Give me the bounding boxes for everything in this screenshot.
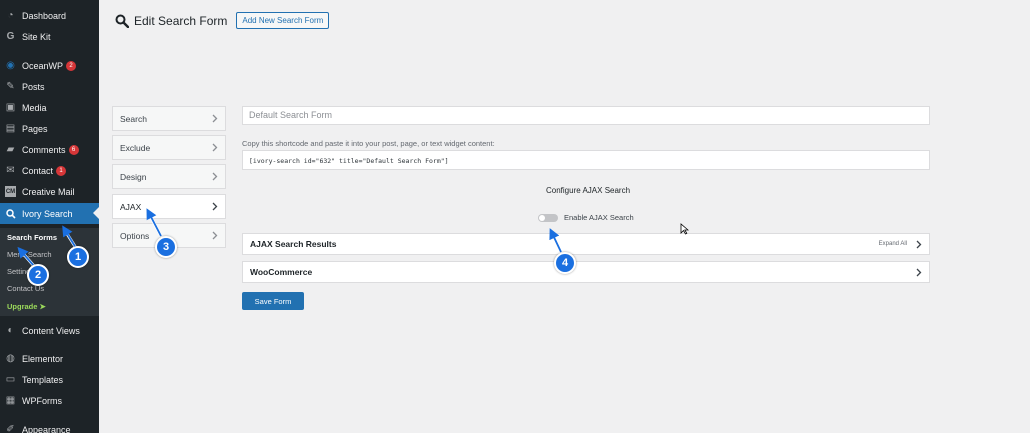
admin-sidebar: ◔ Dashboard G Site Kit ◉ OceanWP 2 ✎ Pos… <box>0 0 99 433</box>
pages-icon: ▤ <box>5 123 16 134</box>
menu-contact[interactable]: ✉ Contact 1 <box>0 160 99 181</box>
dashboard-icon: ◔ <box>7 10 14 21</box>
menu-label: Dashboard <box>22 10 67 21</box>
shortcode-hint: Copy this shortcode and paste it into yo… <box>242 139 495 148</box>
google-g-icon: G <box>6 31 15 42</box>
tab-label: Options <box>120 230 150 241</box>
wpforms-icon: ▦ <box>5 395 16 406</box>
ivory-search-submenu: Search Forms Menu Search Settings Contac… <box>0 228 99 316</box>
creative-mail-icon: CM <box>5 186 16 197</box>
ajax-search-results-section[interactable]: AJAX Search Results Expand All <box>242 233 930 255</box>
menu-ivory-search[interactable]: Ivory Search <box>0 203 99 224</box>
menu-label: Site Kit <box>22 31 51 42</box>
tab-label: Exclude <box>120 142 151 153</box>
menu-label: Content Views <box>22 325 80 336</box>
oceanwp-icon: ◉ <box>6 60 15 71</box>
menu-posts[interactable]: ✎ Posts <box>0 76 99 97</box>
search-icon <box>115 14 129 28</box>
menu-label: Media <box>22 102 47 113</box>
annotation-callout-2: 2 <box>27 264 49 286</box>
menu-label: Appearance <box>22 424 71 433</box>
submenu-upgrade[interactable]: Upgrade ➤ <box>7 302 46 311</box>
annotation-callout-4: 4 <box>554 252 576 274</box>
menu-comments[interactable]: ▰ Comments 6 <box>0 139 99 160</box>
menu-creative-mail[interactable]: CM Creative Mail <box>0 181 99 202</box>
chevron-right-icon <box>916 240 922 249</box>
tab-exclude[interactable]: Exclude <box>112 135 226 160</box>
menu-oceanwp[interactable]: ◉ OceanWP 2 <box>0 55 99 76</box>
menu-label: Elementor <box>22 353 64 364</box>
toggle-knob <box>539 215 545 221</box>
tab-design[interactable]: Design <box>112 164 226 189</box>
menu-media[interactable]: ▣ Media <box>0 97 99 118</box>
shortcode-field[interactable]: [ivory-search id="632" title="Default Se… <box>242 150 930 170</box>
menu-appearance[interactable]: ✐ Appearance <box>0 419 99 433</box>
menu-elementor[interactable]: ◍ Elementor <box>0 348 99 369</box>
menu-label: Creative Mail <box>22 186 75 197</box>
form-name-input[interactable]: Default Search Form <box>242 106 930 125</box>
notification-badge: 6 <box>68 144 79 155</box>
annotation-callout-1: 1 <box>67 246 89 268</box>
save-form-button[interactable]: Save Form <box>242 292 304 310</box>
menu-label: Templates <box>22 374 64 385</box>
woocommerce-section[interactable]: WooCommerce <box>242 261 930 283</box>
chevron-right-icon <box>212 231 218 240</box>
chevron-right-icon <box>212 202 218 211</box>
menu-templates[interactable]: ▭ Templates <box>0 369 99 390</box>
menu-dashboard[interactable]: ◔ Dashboard <box>0 5 99 26</box>
configure-ajax-heading: Configure AJAX Search <box>546 186 631 195</box>
menu-label: Pages <box>22 123 48 134</box>
chevron-right-icon <box>212 114 218 123</box>
annotation-callout-3: 3 <box>155 236 177 258</box>
mouse-cursor-icon <box>680 223 689 235</box>
menu-wpforms[interactable]: ▦ WPForms <box>0 390 99 411</box>
page-title: Edit Search Form <box>134 13 228 28</box>
menu-label: Comments <box>22 144 66 155</box>
tab-label: AJAX <box>120 201 142 212</box>
elementor-icon: ◍ <box>6 353 15 364</box>
menu-label: Posts <box>22 81 45 92</box>
tab-search[interactable]: Search <box>112 106 226 131</box>
tab-label: Search <box>120 113 147 124</box>
enable-ajax-toggle[interactable] <box>538 214 558 222</box>
menu-label: Contact <box>22 165 54 176</box>
menu-content-views[interactable]: ◐ Content Views <box>0 320 99 341</box>
page-header: Edit Search Form Add New Search Form <box>115 12 330 29</box>
chevron-right-icon <box>212 143 218 152</box>
add-new-search-form-button[interactable]: Add New Search Form <box>236 12 330 29</box>
submenu-search-forms[interactable]: Search Forms <box>7 233 57 242</box>
section-title: AJAX Search Results <box>250 239 337 249</box>
notification-badge: 2 <box>66 60 77 71</box>
comments-icon: ▰ <box>6 144 15 155</box>
content-views-icon: ◐ <box>7 325 14 336</box>
submenu-menu-search[interactable]: Menu Search <box>7 250 52 259</box>
tab-ajax[interactable]: AJAX <box>112 194 226 219</box>
brush-icon: ✐ <box>6 424 15 433</box>
menu-site-kit[interactable]: G Site Kit <box>0 26 99 47</box>
notification-badge: 1 <box>56 165 67 176</box>
chevron-right-icon <box>916 268 922 277</box>
menu-label: OceanWP <box>22 60 64 71</box>
enable-ajax-label: Enable AJAX Search <box>564 213 634 222</box>
section-title: WooCommerce <box>250 267 313 277</box>
mail-icon: ✉ <box>6 165 15 176</box>
menu-label: Ivory Search <box>22 208 73 219</box>
chevron-right-icon <box>212 172 218 181</box>
folder-icon: ▭ <box>5 374 16 385</box>
menu-pages[interactable]: ▤ Pages <box>0 118 99 139</box>
tab-label: Design <box>120 171 147 182</box>
menu-label: WPForms <box>22 395 62 406</box>
active-menu-arrow <box>93 207 99 219</box>
expand-all-link[interactable]: Expand All <box>879 241 907 247</box>
pushpin-icon: ✎ <box>6 81 15 92</box>
media-icon: ▣ <box>5 102 16 113</box>
search-icon <box>5 208 16 219</box>
